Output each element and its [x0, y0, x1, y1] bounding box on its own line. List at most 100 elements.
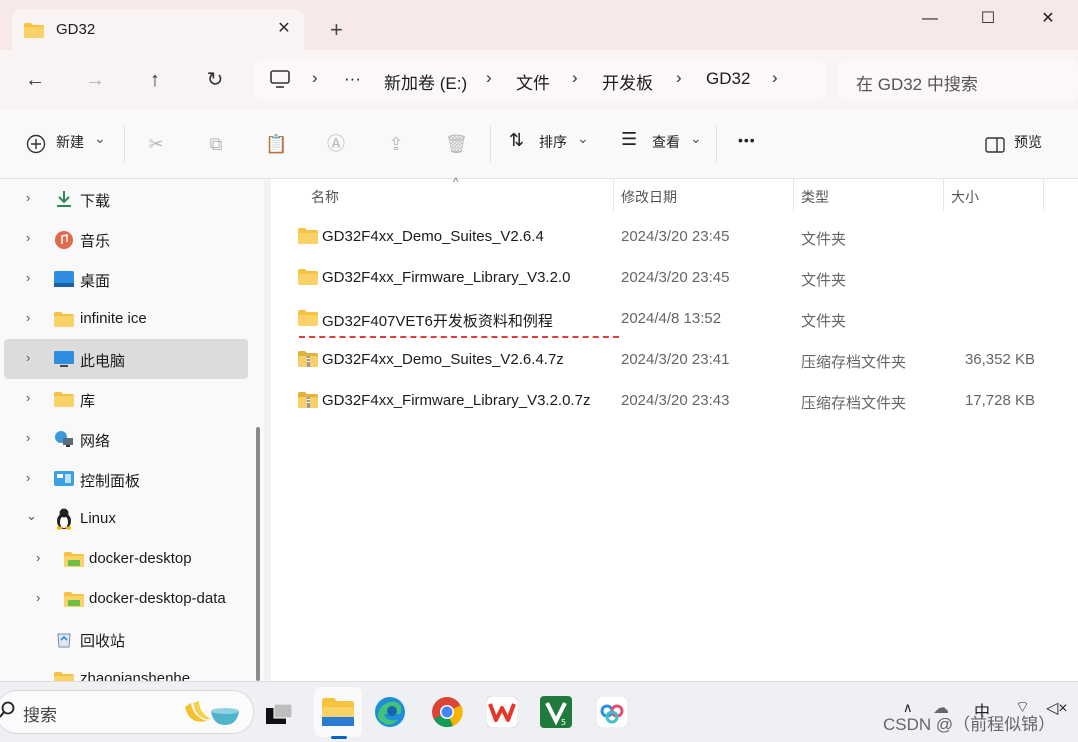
breadcrumb-gd32[interactable]: GD32	[706, 69, 750, 89]
column-header-type[interactable]: 类型	[801, 187, 829, 207]
sidebar-item-network[interactable]: › 网络	[4, 419, 248, 459]
expand-icon[interactable]: ›	[36, 590, 40, 605]
bananas-illustration-icon	[185, 701, 239, 725]
refresh-button[interactable]: ↻	[198, 64, 232, 96]
table-row[interactable]: GD32F4xx_Demo_Suites_V2.6.4.7z 2024/3/20…	[271, 341, 1051, 381]
expand-icon[interactable]: ›	[26, 390, 30, 405]
sidebar-item-label: docker-desktop	[89, 550, 192, 567]
copy-icon[interactable]: ⧉	[205, 133, 227, 155]
folder-icon	[64, 592, 84, 607]
share-icon[interactable]: ⇪	[385, 133, 407, 155]
expand-icon[interactable]: ›	[26, 350, 30, 365]
cut-icon[interactable]: ✂	[145, 133, 167, 155]
navigation-bar: ← → ↑ ↻ › ··· 新加卷 (E:) › 文件 › 开发板 › GD32…	[0, 50, 1078, 110]
tab-close-button[interactable]: ✕	[274, 19, 294, 39]
rename-icon[interactable]: Ⓐ	[325, 133, 347, 155]
sidebar-item-downloads[interactable]: › 下载	[4, 179, 248, 219]
sort-label: 排序	[539, 134, 567, 150]
back-button[interactable]: ←	[18, 64, 52, 96]
file-type: 文件夹	[801, 231, 847, 248]
breadcrumb-more[interactable]: ···	[344, 69, 361, 89]
expand-icon[interactable]: ›	[26, 270, 30, 285]
sidebar-item-label: 音乐	[80, 233, 111, 250]
sidebar-item-library[interactable]: › 库	[4, 379, 248, 419]
table-row[interactable]: GD32F407VET6开发板资料和例程 2024/4/8 13:52 文件夹	[271, 300, 1051, 340]
column-divider[interactable]	[943, 179, 944, 211]
expand-icon[interactable]: ›	[26, 470, 30, 485]
active-app-indicator	[331, 736, 347, 739]
forward-button[interactable]: →	[78, 64, 112, 96]
sidebar-item-control-panel[interactable]: › 控制面板	[4, 459, 248, 499]
column-divider[interactable]	[793, 179, 794, 211]
sidebar-item-docker-desktop-data[interactable]: › docker-desktop-data	[4, 579, 248, 619]
column-divider[interactable]	[613, 179, 614, 211]
table-row[interactable]: GD32F4xx_Firmware_Library_V3.2.0 2024/3/…	[271, 259, 1051, 299]
preview-label: 预览	[1014, 134, 1042, 150]
sidebar-item-label: 库	[80, 393, 96, 410]
linux-icon	[57, 508, 71, 530]
sidebar-item-zhaopianshenhe[interactable]: zhaopianshenhe	[4, 659, 248, 681]
sidebar-item-desktop[interactable]: › 桌面	[4, 259, 248, 299]
task-view-icon	[266, 704, 292, 724]
file-size: 36,352 KB	[964, 351, 1035, 368]
maximize-button[interactable]: ☐	[968, 4, 1008, 34]
breadcrumb-drive[interactable]: 新加卷 (E:)	[384, 69, 467, 94]
minimize-button[interactable]: —	[910, 4, 950, 34]
sidebar-scrollbar[interactable]	[256, 427, 260, 681]
zip-folder-icon	[298, 392, 318, 408]
column-divider[interactable]	[1043, 179, 1044, 211]
column-header-size[interactable]: 大小	[951, 187, 979, 207]
expand-icon[interactable]: ›	[26, 310, 30, 325]
file-type: 压缩存档文件夹	[801, 395, 907, 412]
breadcrumb-devboard[interactable]: 开发板	[602, 69, 653, 94]
file-list: ^ 名称 修改日期 类型 大小 GD32F4xx_Demo_Suites_V2.…	[271, 175, 1078, 681]
expand-icon[interactable]: ›	[26, 430, 30, 445]
expand-icon[interactable]: ›	[36, 550, 40, 565]
search-icon	[0, 701, 15, 718]
file-type: 文件夹	[801, 272, 847, 289]
watermark: CSDN @（前程似锦）	[883, 715, 1056, 734]
file-name: GD32F407VET6开发板资料和例程	[322, 313, 553, 330]
address-bar[interactable]: › ··· 新加卷 (E:) › 文件 › 开发板 › GD32 ›	[254, 60, 826, 100]
sidebar-item-linux[interactable]: ⌄ Linux	[4, 499, 248, 539]
table-row[interactable]: GD32F4xx_Firmware_Library_V3.2.0.7z 2024…	[271, 382, 1051, 422]
more-options-button[interactable]: •••	[738, 132, 756, 148]
sidebar-item-label: 网络	[80, 433, 111, 450]
sidebar-item-music[interactable]: › 音乐	[4, 219, 248, 259]
expand-icon[interactable]: ›	[26, 190, 30, 205]
column-header-name[interactable]: 名称	[311, 187, 339, 207]
tab-gd32[interactable]: GD32 ✕	[12, 9, 304, 50]
edge-browser-icon	[375, 697, 405, 727]
sidebar-item-label: 回收站	[80, 633, 126, 650]
sidebar-item-infinite-ice[interactable]: › infinite ice	[4, 299, 248, 339]
sidebar-item-this-pc[interactable]: › 此电脑	[4, 339, 248, 379]
new-tab-button[interactable]: +	[330, 18, 343, 42]
preview-pane-icon	[985, 137, 1005, 153]
close-window-button[interactable]: ✕	[1028, 4, 1068, 34]
folder-icon	[54, 672, 74, 681]
sidebar-item-label: 控制面板	[80, 473, 141, 490]
up-button[interactable]: ↑	[138, 64, 172, 96]
svg-text:5: 5	[561, 718, 566, 727]
file-type: 压缩存档文件夹	[801, 354, 907, 371]
taskbar-search[interactable]: 搜索	[0, 690, 254, 734]
breadcrumb-separator: ›	[572, 68, 578, 87]
sidebar-item-label: docker-desktop-data	[89, 590, 226, 607]
sidebar-item-recycle-bin[interactable]: 回收站	[4, 619, 248, 659]
folder-icon	[64, 552, 84, 567]
file-explorer-taskbar-button[interactable]	[314, 687, 362, 737]
breadcrumb-files[interactable]: 文件	[516, 69, 550, 94]
table-row[interactable]: GD32F4xx_Demo_Suites_V2.6.4 2024/3/20 23…	[271, 218, 1051, 258]
file-name: GD32F4xx_Demo_Suites_V2.6.4.7z	[322, 351, 564, 368]
sidebar-item-label: infinite ice	[80, 310, 147, 327]
command-bar: 新建 ⌄ ✂ ⧉ 📋 Ⓐ ⇪ 🗑 ⇅ 排序 ⌄ ☰ 查看 ⌄ ••• 预览	[0, 110, 1078, 179]
sidebar-item-docker-desktop[interactable]: › docker-desktop	[4, 539, 248, 579]
expand-icon[interactable]: ›	[26, 230, 30, 245]
search-input[interactable]: 在 GD32 中搜索	[838, 60, 1078, 100]
delete-icon[interactable]: 🗑	[445, 133, 468, 155]
paste-icon[interactable]: 📋	[265, 133, 287, 155]
wps-office-icon	[486, 696, 518, 728]
column-header-modified[interactable]: 修改日期	[621, 187, 677, 207]
collapse-icon[interactable]: ⌄	[26, 508, 37, 524]
computer-icon	[54, 351, 74, 367]
